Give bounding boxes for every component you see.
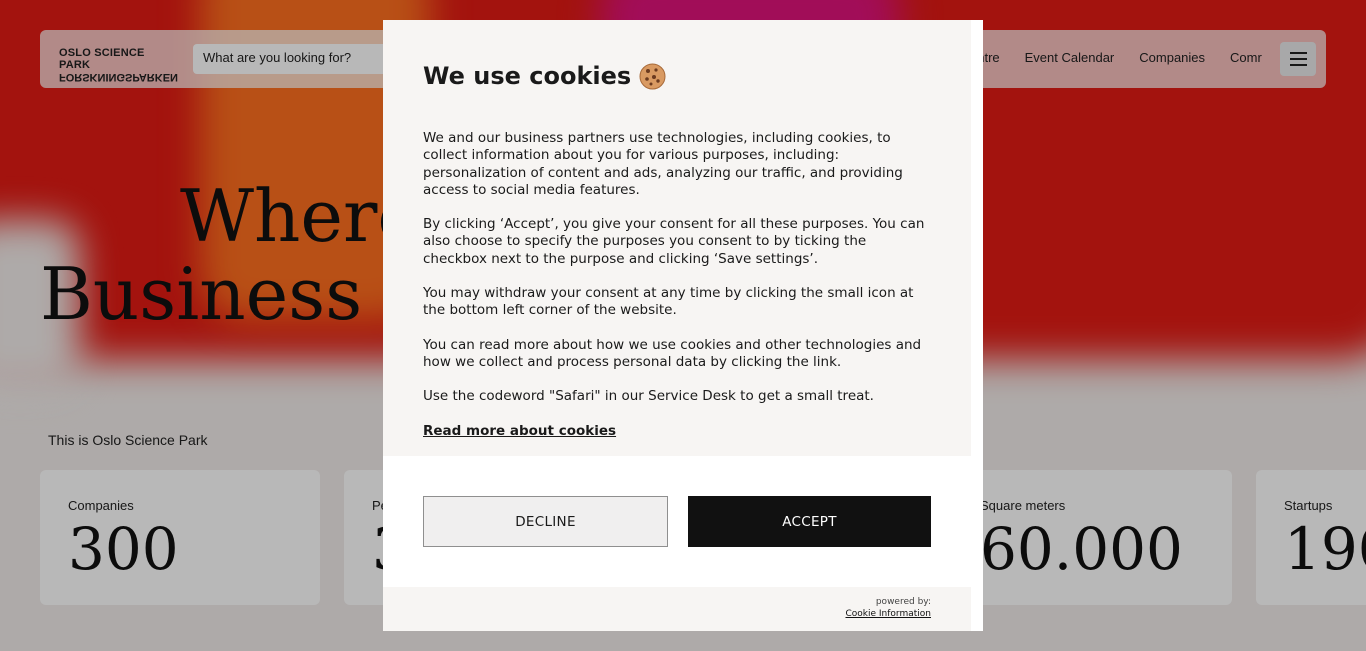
cookie-paragraph: You can read more about how we use cooki… (423, 336, 922, 370)
decline-button[interactable]: DECLINE (423, 496, 668, 547)
powered-by-label: powered by: (875, 597, 931, 607)
cookie-information-link[interactable]: Cookie Information (383, 609, 931, 619)
cookie-consent-content: We use cookies We and our business partn… (383, 20, 971, 456)
cookie-paragraph: Use the codeword "Safari" in our Service… (423, 388, 874, 405)
accept-button[interactable]: ACCEPT (688, 496, 931, 547)
cookie-dialog-body: We and our business partners use technol… (423, 130, 931, 440)
powered-by-footer: powered by: Cookie Information (383, 587, 971, 631)
cookie-dialog-title: We use cookies (423, 60, 931, 92)
cookie-dialog-title-text: We use cookies (423, 62, 632, 90)
cookie-consent-dialog: We use cookies We and our business partn… (383, 20, 983, 631)
cookie-paragraph: We and our business partners use technol… (423, 130, 903, 198)
cookie-icon (639, 63, 666, 90)
read-more-cookies-link[interactable]: Read more about cookies (423, 423, 616, 440)
cookie-paragraph: By clicking ‘Accept’, you give your cons… (423, 216, 925, 267)
content-scrollbar[interactable] (971, 20, 983, 456)
cookie-paragraph: You may withdraw your consent at any tim… (423, 285, 914, 319)
